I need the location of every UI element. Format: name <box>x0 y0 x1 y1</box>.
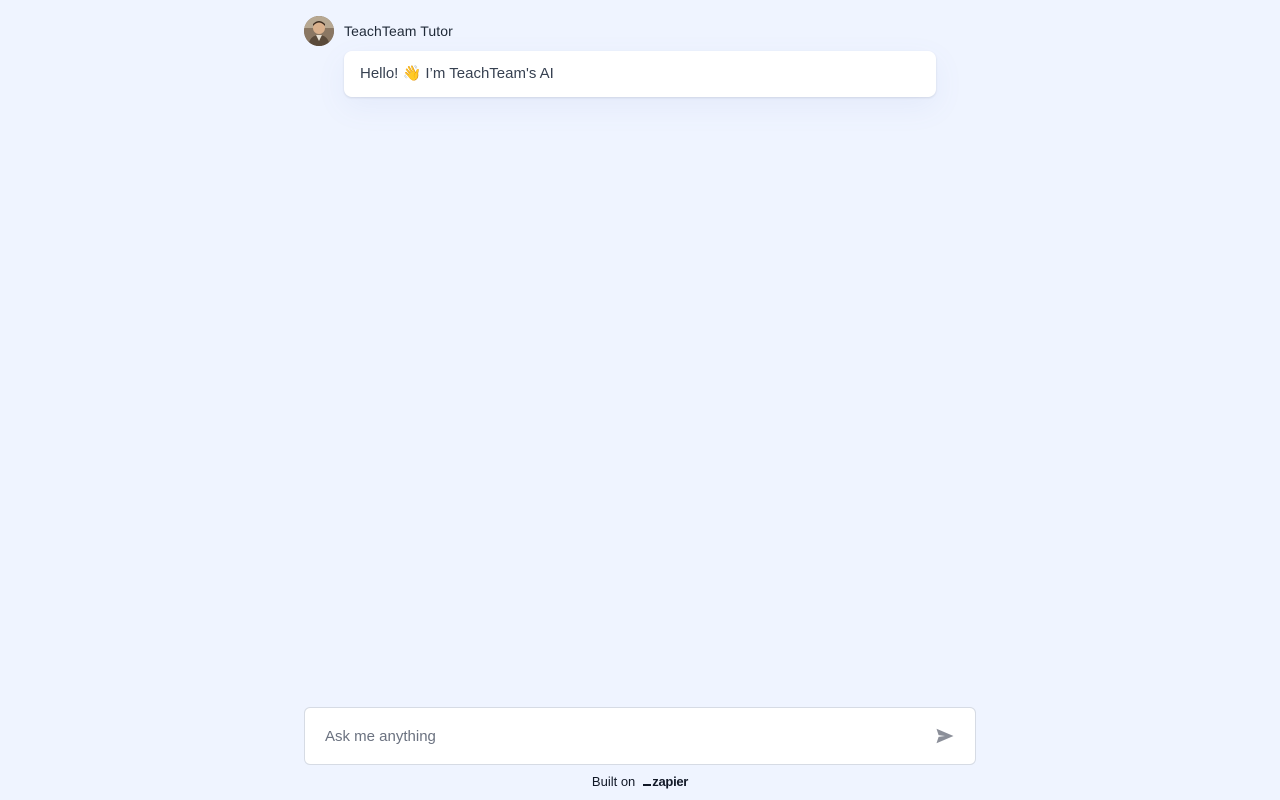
built-on-label: Built on <box>591 774 636 789</box>
send-button[interactable] <box>925 716 965 756</box>
chat-page: TeachTeam Tutor Hello! 👋 I’m TeachTeam's… <box>0 0 1280 800</box>
zapier-mark-icon <box>643 784 652 786</box>
bot-avatar <box>304 16 334 46</box>
message-composer <box>304 707 976 765</box>
tutor-avatar-icon <box>304 16 334 46</box>
zapier-wordmark: zapier <box>652 774 689 789</box>
send-icon <box>936 728 954 744</box>
chat-thread: TeachTeam Tutor Hello! 👋 I’m TeachTeam's… <box>304 16 976 97</box>
bot-name: TeachTeam Tutor <box>344 23 453 39</box>
bot-header: TeachTeam Tutor <box>304 16 976 46</box>
zapier-logo[interactable]: zapier <box>643 774 688 789</box>
footer: Built on zapier <box>0 774 1280 789</box>
assistant-message: Hello! 👋 I’m TeachTeam's AI <box>344 51 936 97</box>
message-list: Hello! 👋 I’m TeachTeam's AI <box>344 51 936 97</box>
message-input[interactable] <box>305 708 925 764</box>
